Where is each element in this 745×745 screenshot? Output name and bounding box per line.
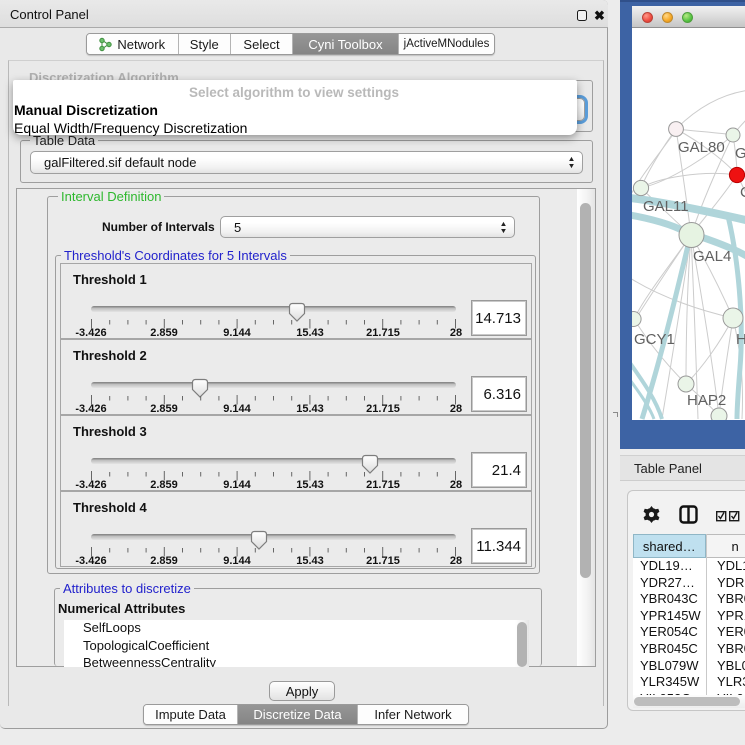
svg-text:HAP2: HAP2 <box>687 392 726 409</box>
svg-text:GAL11: GAL11 <box>643 198 689 215</box>
svg-text:GAL80: GAL80 <box>678 139 725 156</box>
svg-text:GAL4: GAL4 <box>693 248 731 265</box>
svg-text:GCY1: GCY1 <box>634 331 675 348</box>
svg-text:C: C <box>740 184 745 201</box>
svg-text:GA: GA <box>735 145 745 162</box>
svg-text:H: H <box>736 331 745 348</box>
